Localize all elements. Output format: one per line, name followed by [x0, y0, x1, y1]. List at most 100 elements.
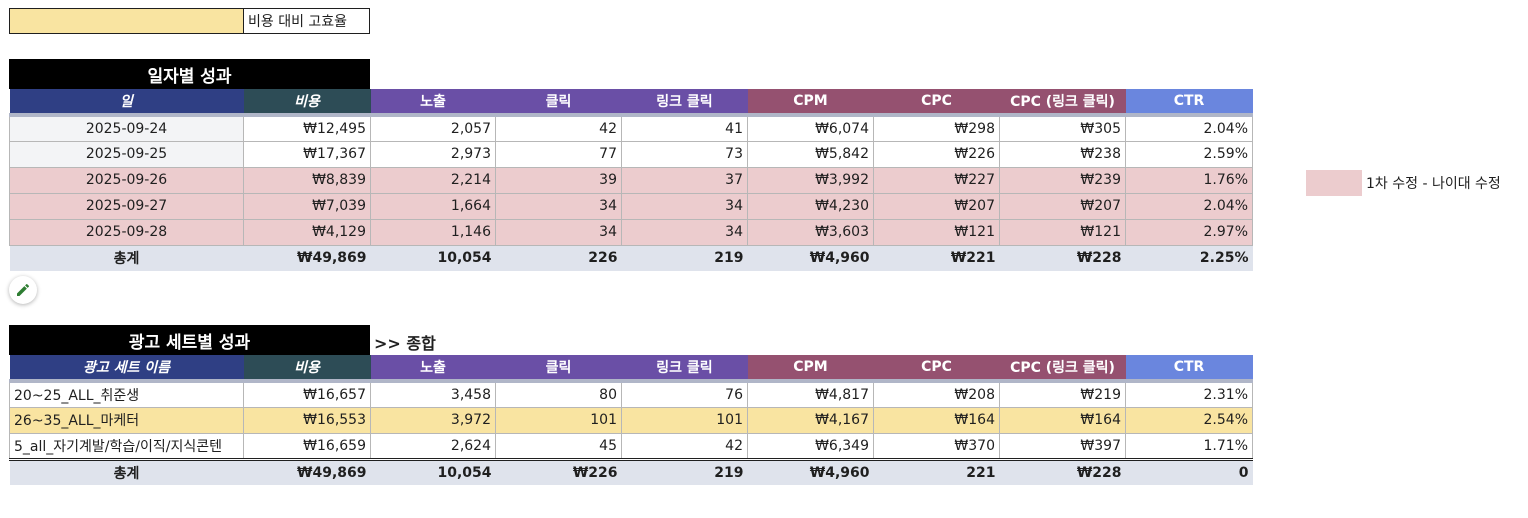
total-cell[interactable]: ₩228 [999, 245, 1126, 271]
column-header[interactable]: CPC (링크 클릭) [999, 355, 1126, 381]
table-cell[interactable]: 1.71% [1125, 432, 1253, 460]
column-header[interactable]: CTR [1125, 89, 1253, 115]
total-cell[interactable]: 2.25% [1125, 245, 1253, 271]
column-header[interactable]: CPC [873, 355, 1000, 381]
table-cell[interactable]: 20~25_ALL_취준생 [9, 380, 244, 408]
total-cell[interactable]: 226 [495, 245, 622, 271]
table-cell[interactable]: 2025-09-26 [9, 166, 244, 194]
column-header[interactable]: 광고 세트 이름 [9, 355, 244, 381]
table-cell[interactable]: ₩305 [999, 114, 1126, 142]
column-header[interactable]: CPM [747, 355, 874, 381]
table-cell[interactable]: ₩17,367 [243, 140, 371, 168]
column-header[interactable]: 비용 [243, 355, 371, 381]
table-cell[interactable]: 1,146 [370, 218, 496, 246]
table-cell[interactable]: ₩8,839 [243, 166, 371, 194]
table-cell[interactable]: ₩6,074 [747, 114, 874, 142]
table-cell[interactable]: 80 [495, 380, 622, 408]
table-cell[interactable]: 41 [621, 114, 748, 142]
column-header[interactable]: 노출 [370, 89, 496, 115]
table-cell[interactable]: ₩164 [999, 406, 1126, 434]
column-header[interactable]: 클릭 [495, 355, 622, 381]
table-cell[interactable]: ₩16,659 [243, 432, 371, 460]
table-cell[interactable]: 3,972 [370, 406, 496, 434]
table-cell[interactable]: ₩397 [999, 432, 1126, 460]
total-cell[interactable]: 총계 [9, 459, 244, 485]
column-header[interactable]: CPC (링크 클릭) [999, 89, 1126, 115]
table-cell[interactable]: ₩370 [873, 432, 1000, 460]
table-cell[interactable]: ₩4,817 [747, 380, 874, 408]
total-cell[interactable]: 221 [873, 459, 1000, 485]
table-cell[interactable]: 2,214 [370, 166, 496, 194]
table-cell[interactable]: ₩4,129 [243, 218, 371, 246]
table-cell[interactable]: 34 [495, 218, 622, 246]
table-cell[interactable]: ₩207 [999, 192, 1126, 220]
table-cell[interactable]: 26~35_ALL_마케터 [9, 406, 244, 434]
total-cell[interactable]: ₩49,869 [243, 459, 371, 485]
column-header[interactable]: CPC [873, 89, 1000, 115]
table-cell[interactable]: 1,664 [370, 192, 496, 220]
table-cell[interactable]: ₩16,657 [243, 380, 371, 408]
table-cell[interactable]: ₩208 [873, 380, 1000, 408]
table-cell[interactable]: 42 [621, 432, 748, 460]
table-cell[interactable]: 34 [621, 192, 748, 220]
table-cell[interactable]: 45 [495, 432, 622, 460]
table-cell[interactable]: 37 [621, 166, 748, 194]
total-cell[interactable]: ₩228 [999, 459, 1126, 485]
total-cell[interactable]: ₩4,960 [747, 459, 874, 485]
table-cell[interactable]: 76 [621, 380, 748, 408]
total-cell[interactable]: 10,054 [370, 459, 496, 485]
table-cell[interactable]: 2.97% [1125, 218, 1253, 246]
total-cell[interactable]: 10,054 [370, 245, 496, 271]
total-cell[interactable]: ₩221 [873, 245, 1000, 271]
table-cell[interactable]: ₩121 [999, 218, 1126, 246]
table-cell[interactable]: ₩227 [873, 166, 1000, 194]
table-cell[interactable]: 101 [621, 406, 748, 434]
column-header[interactable]: 링크 클릭 [621, 355, 748, 381]
table-cell[interactable]: 73 [621, 140, 748, 168]
table-cell[interactable]: ₩7,039 [243, 192, 371, 220]
table-cell[interactable]: 2025-09-28 [9, 218, 244, 246]
total-cell[interactable]: ₩4,960 [747, 245, 874, 271]
table-cell[interactable]: 2025-09-27 [9, 192, 244, 220]
column-header[interactable]: 비용 [243, 89, 371, 115]
table-cell[interactable]: ₩12,495 [243, 114, 371, 142]
table-cell[interactable]: ₩4,230 [747, 192, 874, 220]
column-header[interactable]: 링크 클릭 [621, 89, 748, 115]
table-cell[interactable]: ₩239 [999, 166, 1126, 194]
table-cell[interactable]: 39 [495, 166, 622, 194]
table-cell[interactable]: ₩121 [873, 218, 1000, 246]
table-cell[interactable]: 2,057 [370, 114, 496, 142]
table-cell[interactable]: 2,973 [370, 140, 496, 168]
table-cell[interactable]: ₩207 [873, 192, 1000, 220]
table-cell[interactable]: ₩3,603 [747, 218, 874, 246]
table-cell[interactable]: 42 [495, 114, 622, 142]
table-cell[interactable]: ₩219 [999, 380, 1126, 408]
table-cell[interactable]: 2.04% [1125, 114, 1253, 142]
table-cell[interactable]: 2.31% [1125, 380, 1253, 408]
column-header[interactable]: 노출 [370, 355, 496, 381]
table-cell[interactable]: 1.76% [1125, 166, 1253, 194]
table-cell[interactable]: 3,458 [370, 380, 496, 408]
table-cell[interactable]: ₩238 [999, 140, 1126, 168]
total-cell[interactable]: ₩49,869 [243, 245, 371, 271]
table-cell[interactable]: 2025-09-25 [9, 140, 244, 168]
table-cell[interactable]: ₩6,349 [747, 432, 874, 460]
column-header[interactable]: 클릭 [495, 89, 622, 115]
column-header[interactable]: CPM [747, 89, 874, 115]
total-cell[interactable]: ₩226 [495, 459, 622, 485]
table-cell[interactable]: ₩3,992 [747, 166, 874, 194]
table-cell[interactable]: ₩298 [873, 114, 1000, 142]
edit-button[interactable] [9, 276, 37, 304]
table-cell[interactable]: ₩5,842 [747, 140, 874, 168]
total-cell[interactable]: 219 [621, 459, 748, 485]
table-cell[interactable]: ₩226 [873, 140, 1000, 168]
table-cell[interactable]: 77 [495, 140, 622, 168]
table-cell[interactable]: 2025-09-24 [9, 114, 244, 142]
table-cell[interactable]: 2.04% [1125, 192, 1253, 220]
total-cell[interactable]: 0 [1125, 459, 1253, 485]
total-cell[interactable]: 219 [621, 245, 748, 271]
table-cell[interactable]: ₩4,167 [747, 406, 874, 434]
table-cell[interactable]: 34 [495, 192, 622, 220]
table-cell[interactable]: 34 [621, 218, 748, 246]
table-cell[interactable]: ₩164 [873, 406, 1000, 434]
